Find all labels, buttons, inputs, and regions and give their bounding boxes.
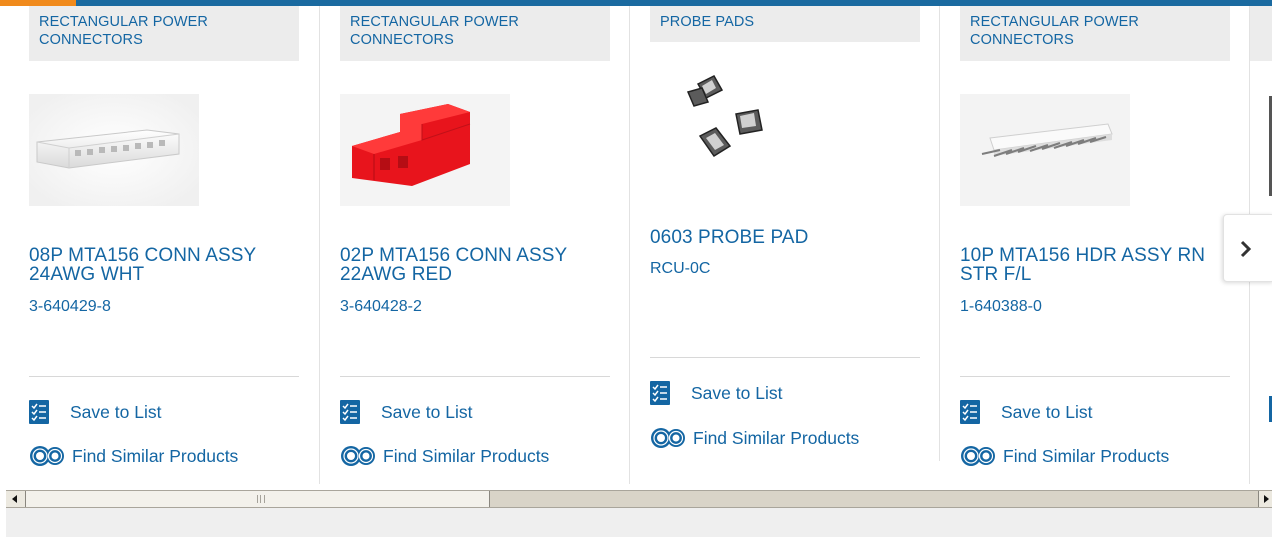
scroll-left-button[interactable] (6, 491, 26, 507)
save-to-list-button[interactable]: Save to List (650, 381, 782, 405)
gears-icon (650, 426, 688, 450)
product-card: RECTANGULAR POWER CONNECTORS 10P MTA156 … (940, 6, 1250, 484)
product-title[interactable]: 0603 PROBE PAD (650, 228, 920, 247)
product-card: RECTANGULAR POWER CONNECTORS 08P MTA156 … (10, 6, 320, 484)
find-similar-button[interactable]: Find Similar Products (960, 444, 1169, 468)
find-similar-label: Find Similar Products (72, 445, 239, 466)
horizontal-scrollbar[interactable] (6, 490, 1272, 508)
find-similar-label: Find Similar Products (383, 445, 550, 466)
carousel-next-button[interactable] (1223, 214, 1272, 282)
part-number[interactable]: 3-640429-8 (29, 298, 111, 316)
find-similar-button[interactable]: Find Similar Products (650, 426, 859, 450)
chevron-right-icon (1240, 240, 1252, 258)
save-to-list-label: Save to List (1001, 401, 1093, 422)
product-image[interactable] (960, 94, 1130, 206)
product-image[interactable] (650, 70, 820, 182)
product-title[interactable]: 02P MTA156 CONN ASSY 22AWG RED (340, 246, 610, 284)
product-title[interactable]: 08P MTA156 CONN ASSY 24AWG WHT (29, 246, 299, 284)
save-to-list-button[interactable]: Save to List (340, 400, 472, 424)
checklist-icon (340, 400, 360, 424)
save-to-list-label: Save to List (70, 401, 162, 422)
gears-icon (960, 444, 998, 468)
gears-icon (340, 444, 378, 468)
product-image[interactable] (340, 94, 510, 206)
product-category[interactable]: PROBE PADS (650, 6, 920, 42)
footer-strip (6, 508, 1272, 537)
product-carousel: RECTANGULAR POWER CONNECTORS 08P MTA156 … (0, 6, 1272, 484)
save-to-list-button[interactable]: Save to List (29, 400, 161, 424)
card-divider (650, 357, 920, 358)
arrow-right-icon (1264, 495, 1269, 503)
save-to-list-button[interactable]: Save to List (960, 400, 1092, 424)
product-card: PROBE PADS 0603 PROBE PAD RCU-0C Save to… (630, 6, 940, 461)
find-similar-button[interactable]: Find Similar Products (29, 444, 238, 468)
product-card: RECTANGULAR POWER CONNECTORS 02P MTA156 … (320, 6, 630, 484)
product-title[interactable]: 10P MTA156 HDR ASSY RN STR F/L (960, 246, 1230, 284)
part-number[interactable]: RCU-0C (650, 260, 710, 278)
checklist-icon (650, 381, 670, 405)
find-similar-label: Find Similar Products (1003, 445, 1170, 466)
product-category[interactable]: RECTANGULAR POWER CONNECTORS (960, 6, 1230, 61)
scroll-right-button[interactable] (1258, 491, 1272, 507)
find-similar-button[interactable]: Find Similar Products (340, 444, 549, 468)
part-number[interactable]: 1-640388-0 (960, 298, 1042, 316)
card-divider (29, 376, 299, 377)
save-to-list-label: Save to List (381, 401, 473, 422)
product-category[interactable]: RECTANGULAR POWER CONNECTORS (340, 6, 610, 61)
checklist-icon (960, 400, 980, 424)
card-divider (960, 376, 1230, 377)
product-image[interactable] (29, 94, 199, 206)
arrow-left-icon (12, 495, 17, 503)
part-number[interactable]: 3-640428-2 (340, 298, 422, 316)
product-category[interactable]: RECTANGULAR POWER CONNECTORS (29, 6, 299, 61)
save-to-list-label: Save to List (691, 382, 783, 403)
gears-icon (29, 444, 67, 468)
scrollbar-thumb[interactable] (26, 491, 490, 507)
grip-icon (257, 495, 265, 503)
checklist-icon (29, 400, 49, 424)
find-similar-label: Find Similar Products (693, 427, 860, 448)
card-divider (340, 376, 610, 377)
